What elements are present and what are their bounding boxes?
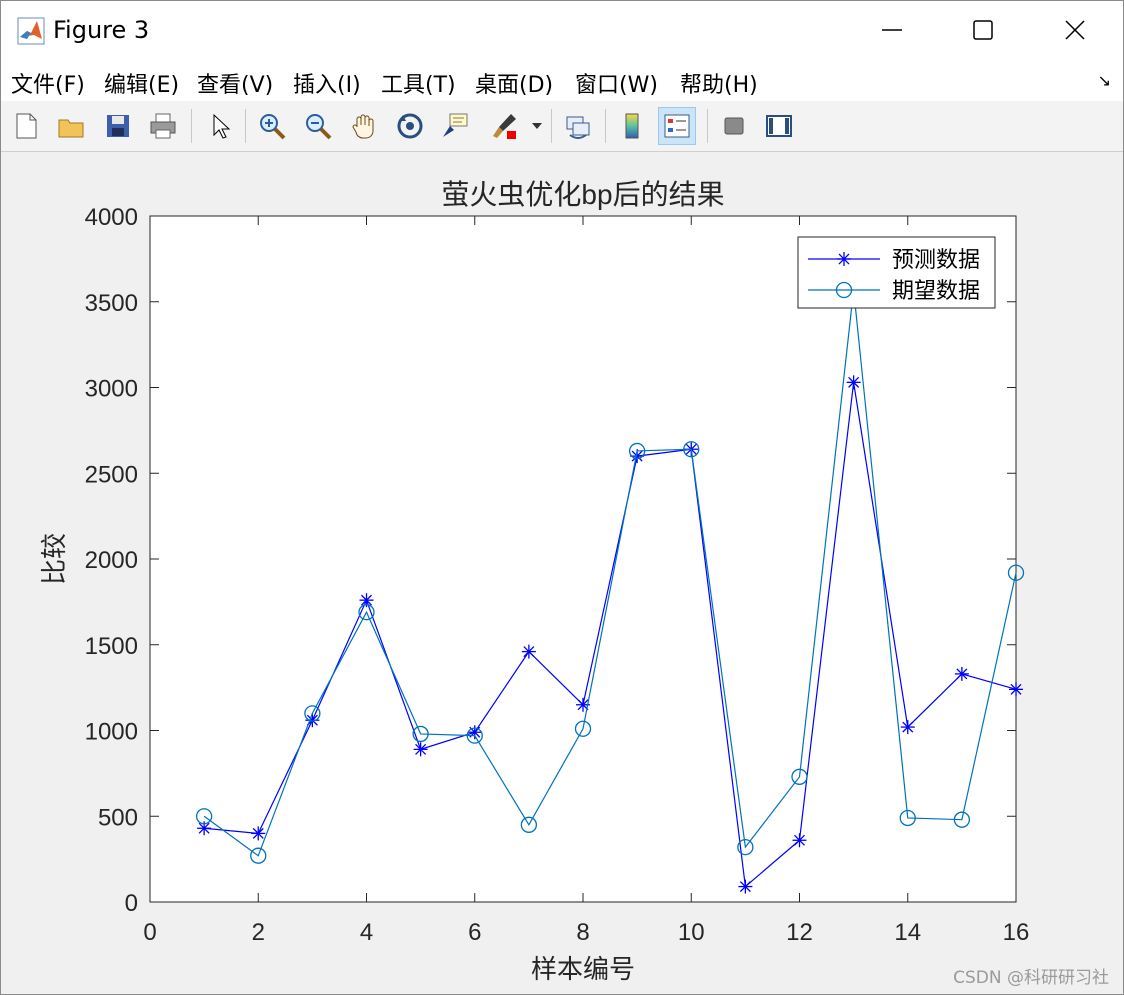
data-point	[792, 833, 807, 848]
save-icon[interactable]	[99, 107, 137, 145]
rotate-3d-icon[interactable]	[391, 107, 429, 145]
matlab-logo-icon	[17, 17, 45, 45]
data-point	[251, 826, 266, 841]
data-point	[738, 879, 753, 894]
toolbar-separator	[707, 109, 708, 143]
data-cursor-icon[interactable]	[436, 107, 474, 145]
data-point	[846, 375, 861, 390]
menu-desktop[interactable]: 桌面(D)	[475, 67, 553, 99]
legend-label: 期望数据	[892, 278, 980, 303]
data-point	[1009, 682, 1023, 697]
y-tick-label: 1000	[85, 719, 138, 746]
maximize-button[interactable]	[937, 1, 1029, 59]
chart-svg: 0 2 4 6 8 10 12 14 16 0 500 1000 1500 2000 2500 3000 350…	[40, 179, 1030, 984]
legend[interactable]: 预测数据期望数据	[797, 236, 996, 309]
menu-insert[interactable]: 插入(I)	[293, 67, 361, 99]
x-axis-label: 样本编号	[531, 955, 635, 984]
new-file-icon[interactable]	[7, 107, 45, 145]
show-plot-tools-icon[interactable]	[760, 107, 798, 145]
colorbar-icon[interactable]	[613, 107, 651, 145]
y-tick-label: 3000	[85, 376, 138, 403]
data-point	[467, 725, 482, 740]
x-tick-label: 8	[576, 919, 589, 946]
y-tick-label: 4000	[85, 204, 138, 231]
open-folder-icon[interactable]	[52, 107, 90, 145]
y-tick-label: 500	[98, 804, 138, 831]
menu-window[interactable]: 窗口(W)	[575, 67, 658, 99]
x-tick-label: 10	[678, 919, 705, 946]
watermark: CSDN @科研研习社	[953, 968, 1109, 988]
menu-tools[interactable]: 工具(T)	[381, 67, 456, 99]
x-tick-label: 4	[360, 919, 373, 946]
close-icon	[1065, 20, 1085, 40]
close-button[interactable]	[1029, 1, 1121, 59]
toolbar-separator	[551, 109, 552, 143]
data-point	[954, 666, 969, 681]
dock-arrow-icon[interactable]: ↘	[1098, 71, 1111, 90]
menu-view[interactable]: 查看(V)	[197, 67, 273, 99]
brush-icon[interactable]	[485, 107, 523, 145]
brush-dropdown-icon[interactable]	[527, 107, 547, 145]
toolbar-separator	[191, 109, 192, 143]
x-tick-label: 16	[1003, 919, 1030, 946]
chart-title: 萤火虫优化bp后的结果	[441, 179, 724, 210]
x-tick-label: 14	[894, 919, 921, 946]
data-point	[413, 742, 428, 757]
y-tick-label: 2500	[85, 461, 138, 488]
y-tick-label: 1500	[85, 633, 138, 660]
print-icon[interactable]	[144, 107, 182, 145]
toolbar-separator	[605, 109, 606, 143]
pointer-icon[interactable]	[201, 107, 239, 145]
y-tick-label: 0	[125, 890, 138, 917]
x-tick-label: 12	[786, 919, 813, 946]
pan-hand-icon[interactable]	[345, 107, 383, 145]
menu-help[interactable]: 帮助(H)	[680, 67, 758, 99]
maximize-icon	[973, 20, 993, 40]
toolbar-separator	[245, 109, 246, 143]
zoom-out-icon[interactable]	[299, 107, 337, 145]
x-tick-label: 2	[252, 919, 265, 946]
x-tick-label: 0	[143, 919, 156, 946]
toolbar	[1, 101, 1123, 152]
menu-bar: 文件(F) 编辑(E) 查看(V) 插入(I) 工具(T) 桌面(D) 窗口(W…	[1, 59, 1123, 102]
legend-marker	[837, 252, 851, 266]
figure-window: Figure 3 文件(F) 编辑(E) 查看(V) 插入(I) 工具(T) 桌…	[0, 0, 1124, 995]
menu-edit[interactable]: 编辑(E)	[104, 67, 179, 99]
window-title: Figure 3	[53, 16, 150, 44]
x-tick-label: 6	[468, 919, 481, 946]
y-tick-label: 2000	[85, 547, 138, 574]
legend-label: 预测数据	[892, 247, 980, 272]
data-point	[900, 720, 915, 735]
minimize-button[interactable]	[846, 1, 938, 59]
y-axis-label: 比较	[40, 533, 69, 585]
title-bar: Figure 3	[1, 1, 1123, 59]
minimize-icon	[882, 29, 902, 31]
legend-icon[interactable]	[658, 107, 696, 145]
figure-canvas: 0 2 4 6 8 10 12 14 16 0 500 1000 1500 2000 2500 3000 350…	[1, 152, 1123, 994]
menu-file[interactable]: 文件(F)	[11, 67, 85, 99]
zoom-in-icon[interactable]	[253, 107, 291, 145]
hide-plot-tools-icon[interactable]	[715, 107, 753, 145]
data-point	[521, 644, 536, 659]
y-tick-label: 3500	[85, 290, 138, 317]
link-plot-icon[interactable]	[559, 107, 597, 145]
